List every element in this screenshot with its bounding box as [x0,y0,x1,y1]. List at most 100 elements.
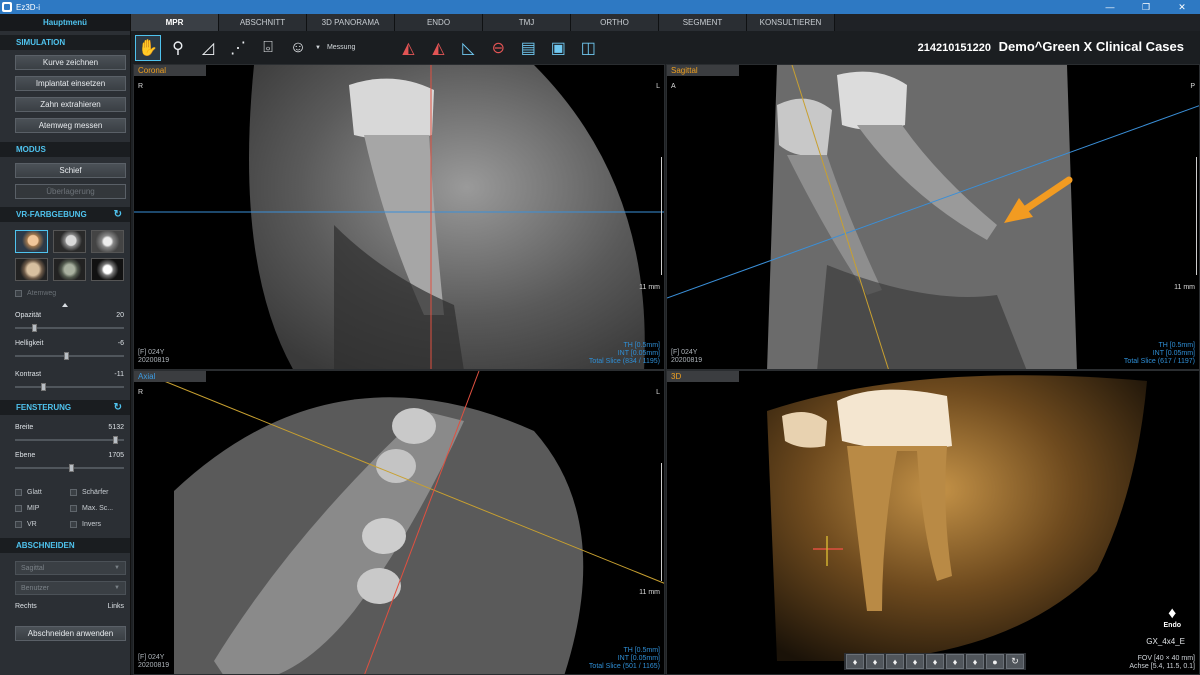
invert-checkbox[interactable] [70,520,77,528]
camera-icon[interactable]: ⌻ [255,35,281,61]
vr-preset-skin-thumb[interactable] [15,230,48,253]
layout-icon[interactable]: ▣ [545,35,571,61]
tab-3d-panorama[interactable]: 3D PANORAMA [307,14,395,31]
tab-segment[interactable]: SEGMENT [659,14,747,31]
level-row: Ebene 1705 [0,450,130,460]
draw-curve-button[interactable]: Kurve zeichnen [15,55,126,70]
view-front-icon[interactable]: ♦ [846,654,864,669]
view-iso-icon[interactable]: ♦ [966,654,984,669]
vr-checkbox[interactable] [15,520,22,528]
sagittal-left-orientation: A [671,83,676,90]
pan-hand-icon[interactable]: ✋ [135,34,161,61]
view-left-icon[interactable]: ♦ [886,654,904,669]
close-button[interactable]: ✕ [1164,0,1200,14]
level-slider[interactable] [15,464,124,472]
width-slider[interactable] [15,436,124,444]
tab-mpr[interactable]: MPR [131,14,219,31]
main-menu-button[interactable]: Hauptmenü [0,14,130,31]
view-reset-icon[interactable]: ● [986,654,1004,669]
vr-option[interactable]: VR [15,518,70,530]
contrast-row: Kontrast -11 [0,369,130,379]
coronal-patient-info: [F] 024Y 20200819 [138,349,169,365]
clip-plane-value: Sagittal [21,564,45,572]
3d-volume [767,375,1147,661]
tab-ortho[interactable]: ORTHO [571,14,659,31]
chevron-down-icon: ▼ [114,565,120,571]
apply-clipping-button[interactable]: Abschneiden anwenden [15,626,126,641]
sharpen-checkbox[interactable] [70,488,77,496]
angle-ruler-icon[interactable]: ◿ [195,35,221,61]
view-right-icon[interactable]: ♦ [906,654,924,669]
panorama-view-icon[interactable]: ▤ [515,35,541,61]
measure-airway-button[interactable]: Atemweg messen [15,118,126,133]
tab-tmj[interactable]: TMJ [483,14,571,31]
zoom-magnifier-icon[interactable]: ⚲ [165,35,191,61]
clip-mode-dropdown[interactable]: Benutzer ▼ [15,581,126,595]
contrast-slider[interactable] [15,383,124,391]
vr-preset-face-thumb[interactable] [15,258,48,281]
sagittal-viewport[interactable]: Sagittal A P 11 mm [F] 024Y 20200819 TH … [666,64,1200,370]
invert-option[interactable]: Invers [70,518,130,530]
3d-tooth-crown-1 [837,389,952,450]
reset-circle-icon[interactable]: ⊖ [485,35,511,61]
extract-tooth-button[interactable]: Zahn extrahieren [15,97,126,112]
density-gauge-icon[interactable]: ◭ [425,35,451,61]
clip-plane-dropdown[interactable]: Sagittal ▼ [15,561,126,575]
vr-preset-skull-thumb[interactable] [91,258,124,281]
nerve-canal-icon[interactable]: ◺ [455,35,481,61]
vr-preset-grid [15,230,130,281]
sagittal-date: 20200819 [671,357,703,364]
mip-checkbox[interactable] [15,504,22,512]
implant-gauge-icon[interactable]: ◭ [395,35,421,61]
axial-viewport[interactable]: Axial R L 11 mm [F] 024Y 20200819 TH [0.… [133,370,665,675]
airway-checkbox-row[interactable]: Atemweg [15,287,130,299]
view-back-icon[interactable]: ♦ [866,654,884,669]
maximize-button[interactable]: ❐ [1128,0,1164,14]
contrast-slider-thumb[interactable] [41,383,47,391]
coronal-th: TH [0.5mm] [623,342,660,349]
coronal-viewport[interactable]: Coronal R L 11 mm [F] 024Y 20200819 TH [… [133,64,665,370]
brightness-slider-thumb[interactable] [64,352,70,360]
vr-preset-bone-thumb[interactable] [53,230,86,253]
overlay-button[interactable]: Überlagerung [15,184,126,199]
smooth-option[interactable]: Glatt [15,486,70,498]
vr-preset-gray-thumb[interactable] [91,230,124,253]
sharpen-option[interactable]: Schärfer [70,486,130,498]
coronal-slice-info: TH [0.5mm] INT [0.05mm] Total Slice (834… [589,342,660,366]
sagittal-th: TH [0.5mm] [1158,342,1195,349]
simulation-header: SIMULATION [0,35,130,50]
3d-viewport[interactable]: 3D ♦ Endo GX_4x4_E ♦ ♦ ♦ ♦ ♦ ♦ ♦ ● ↻ FOV… [666,370,1200,675]
tab-konsultieren[interactable]: KONSULTIEREN [747,14,835,31]
airway-checkbox[interactable] [15,289,22,297]
insert-implant-button[interactable]: Implantat einsetzen [15,76,126,91]
width-slider-thumb[interactable] [113,436,119,444]
polyline-icon[interactable]: ⋰ [225,35,251,61]
vr-refresh-icon[interactable]: ↻ [114,209,122,220]
axial-title: Axial [134,371,206,382]
smooth-checkbox[interactable] [15,488,22,496]
axial-th: TH [0.5mm] [623,647,660,654]
tab-endo[interactable]: ENDO [395,14,483,31]
brightness-slider[interactable] [15,352,124,360]
view-rotate-icon[interactable]: ↻ [1006,654,1024,669]
max-sc-checkbox[interactable] [70,504,77,512]
view-bottom-icon[interactable]: ♦ [946,654,964,669]
app-icon [2,2,12,12]
level-slider-thumb[interactable] [68,464,74,472]
measurement-dropdown[interactable]: ▼ Messung [315,44,355,51]
tab-abschnitt[interactable]: ABSCHNITT [219,14,307,31]
minimize-button[interactable]: — [1092,0,1128,14]
axial-image [163,371,664,674]
windowing-refresh-icon[interactable]: ↻ [114,402,122,413]
endo-label: Endo [1163,622,1182,629]
opacity-slider-thumb[interactable] [31,324,37,332]
cube-3d-icon[interactable]: ◫ [575,35,601,61]
opacity-slider[interactable] [15,324,124,332]
max-sc-option[interactable]: Max. Sc... [70,502,130,514]
oblique-button[interactable]: Schief [15,163,126,178]
view-top-icon[interactable]: ♦ [926,654,944,669]
vr-preset-tissue-thumb[interactable] [53,258,86,281]
mip-option[interactable]: MIP [15,502,70,514]
annotation-icon[interactable]: ☺ [285,35,311,61]
collapse-caret[interactable] [0,303,130,307]
